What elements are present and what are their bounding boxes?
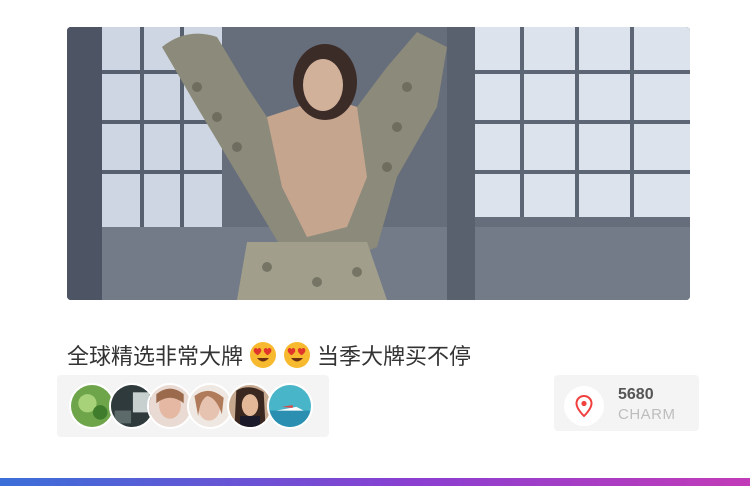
hero-banner-image[interactable] — [67, 27, 690, 300]
charm-label: CHARM — [618, 406, 676, 423]
avatar[interactable] — [267, 383, 313, 429]
caption-text-part1: 全球精选非常大牌 — [67, 345, 244, 370]
caption: 全球精选非常大牌 当季大牌买不停 — [67, 340, 471, 370]
charm-value: 5680 — [618, 386, 654, 403]
liker-avatars — [57, 375, 329, 437]
heart-eyes-emoji-icon — [249, 341, 277, 369]
location-pin-icon — [564, 386, 604, 426]
heart-eyes-emoji-icon — [283, 341, 311, 369]
bottom-gradient-bar — [0, 478, 750, 486]
caption-text-part2: 当季大牌买不停 — [317, 345, 472, 370]
charm-badge[interactable]: 5680 CHARM — [554, 375, 699, 431]
